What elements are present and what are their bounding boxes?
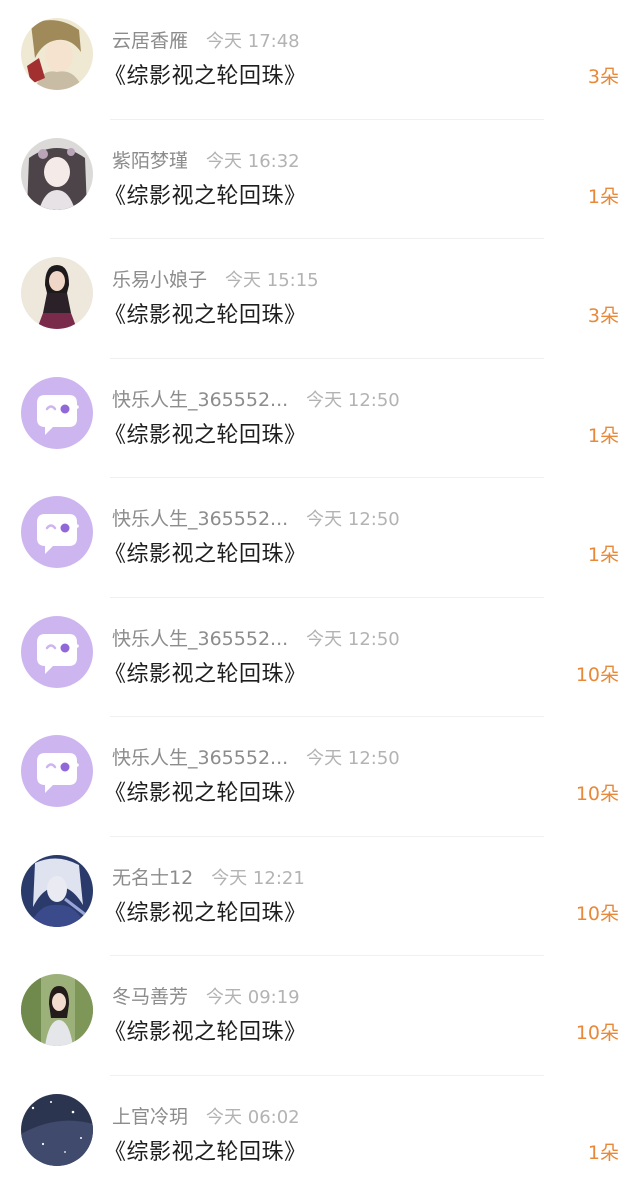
list-item[interactable]: 冬马善芳今天 09:19 《综影视之轮回珠》 10朵	[0, 956, 640, 1076]
flower-count: 1朵	[588, 182, 619, 209]
list-item[interactable]: 快乐人生_365552...今天 12:50 《综影视之轮回珠》 1朵	[0, 359, 640, 479]
book-title: 《综影视之轮回珠》	[104, 297, 307, 329]
list-item[interactable]: 快乐人生_365552...今天 12:50 《综影视之轮回珠》 10朵	[0, 717, 640, 837]
sender-name: 快乐人生_365552...今天 12:50	[112, 504, 400, 531]
flower-count: 10朵	[576, 660, 619, 687]
gift-time: 今天 12:50	[306, 390, 400, 411]
flower-count: 10朵	[576, 1018, 619, 1045]
sender-name: 云居香雁今天 17:48	[112, 26, 300, 53]
sender-name: 紫陌梦瑾今天 16:32	[112, 146, 300, 173]
sender-name: 冬马善芳今天 09:19	[112, 982, 300, 1009]
flower-count: 1朵	[588, 540, 619, 567]
book-title: 《综影视之轮回珠》	[104, 1014, 307, 1046]
flower-count: 10朵	[576, 779, 619, 806]
white-hair-warrior-avatar[interactable]	[21, 855, 93, 927]
gift-record-list: 云居香雁今天 17:48 《综影视之轮回珠》 3朵 紫陌梦瑾今天 16:32 《…	[0, 0, 640, 1172]
night-sky-avatar[interactable]	[21, 1094, 93, 1166]
sender-name: 快乐人生_365552...今天 12:50	[112, 624, 400, 651]
book-title: 《综影视之轮回珠》	[104, 536, 307, 568]
gift-time: 今天 17:48	[206, 31, 300, 52]
anime-girl-avatar[interactable]	[21, 138, 93, 210]
book-title: 《综影视之轮回珠》	[104, 178, 307, 210]
gift-time: 今天 06:02	[206, 1107, 300, 1128]
flower-count: 1朵	[588, 1138, 619, 1165]
list-item[interactable]: 快乐人生_365552...今天 12:50 《综影视之轮回珠》 10朵	[0, 598, 640, 718]
default-chat-bubble-avatar[interactable]	[21, 377, 93, 449]
sender-name: 上官冷玥今天 06:02	[112, 1102, 300, 1129]
default-chat-bubble-avatar[interactable]	[21, 616, 93, 688]
girl-photo-avatar[interactable]	[21, 257, 93, 329]
flower-count: 3朵	[588, 62, 619, 89]
gift-time: 今天 12:50	[306, 748, 400, 769]
flower-count: 3朵	[588, 301, 619, 328]
gift-time: 今天 12:50	[306, 509, 400, 530]
sender-name: 快乐人生_365552...今天 12:50	[112, 743, 400, 770]
list-item[interactable]: 无名士12今天 12:21 《综影视之轮回珠》 10朵	[0, 837, 640, 957]
gift-time: 今天 12:50	[306, 629, 400, 650]
gift-time: 今天 16:32	[206, 151, 300, 172]
book-title: 《综影视之轮回珠》	[104, 775, 307, 807]
book-title: 《综影视之轮回珠》	[104, 656, 307, 688]
girl-in-forest-avatar[interactable]	[21, 974, 93, 1046]
book-title: 《综影视之轮回珠》	[104, 417, 307, 449]
list-item[interactable]: 云居香雁今天 17:48 《综影视之轮回珠》 3朵	[0, 0, 640, 120]
book-title: 《综影视之轮回珠》	[104, 1134, 307, 1166]
sender-name: 快乐人生_365552...今天 12:50	[112, 385, 400, 412]
book-title: 《综影视之轮回珠》	[104, 895, 307, 927]
list-item[interactable]: 紫陌梦瑾今天 16:32 《综影视之轮回珠》 1朵	[0, 120, 640, 240]
gift-time: 今天 09:19	[206, 987, 300, 1008]
anime-boy-avatar[interactable]	[21, 18, 93, 90]
sender-name: 无名士12今天 12:21	[112, 863, 305, 890]
list-item[interactable]: 快乐人生_365552...今天 12:50 《综影视之轮回珠》 1朵	[0, 478, 640, 598]
default-chat-bubble-avatar[interactable]	[21, 496, 93, 568]
gift-time: 今天 15:15	[225, 270, 319, 291]
sender-name: 乐易小娘子今天 15:15	[112, 265, 319, 292]
book-title: 《综影视之轮回珠》	[104, 58, 307, 90]
flower-count: 1朵	[588, 421, 619, 448]
list-item[interactable]: 乐易小娘子今天 15:15 《综影视之轮回珠》 3朵	[0, 239, 640, 359]
gift-time: 今天 12:21	[211, 868, 305, 889]
list-item[interactable]: 上官冷玥今天 06:02 《综影视之轮回珠》 1朵	[0, 1076, 640, 1195]
flower-count: 10朵	[576, 899, 619, 926]
default-chat-bubble-avatar[interactable]	[21, 735, 93, 807]
